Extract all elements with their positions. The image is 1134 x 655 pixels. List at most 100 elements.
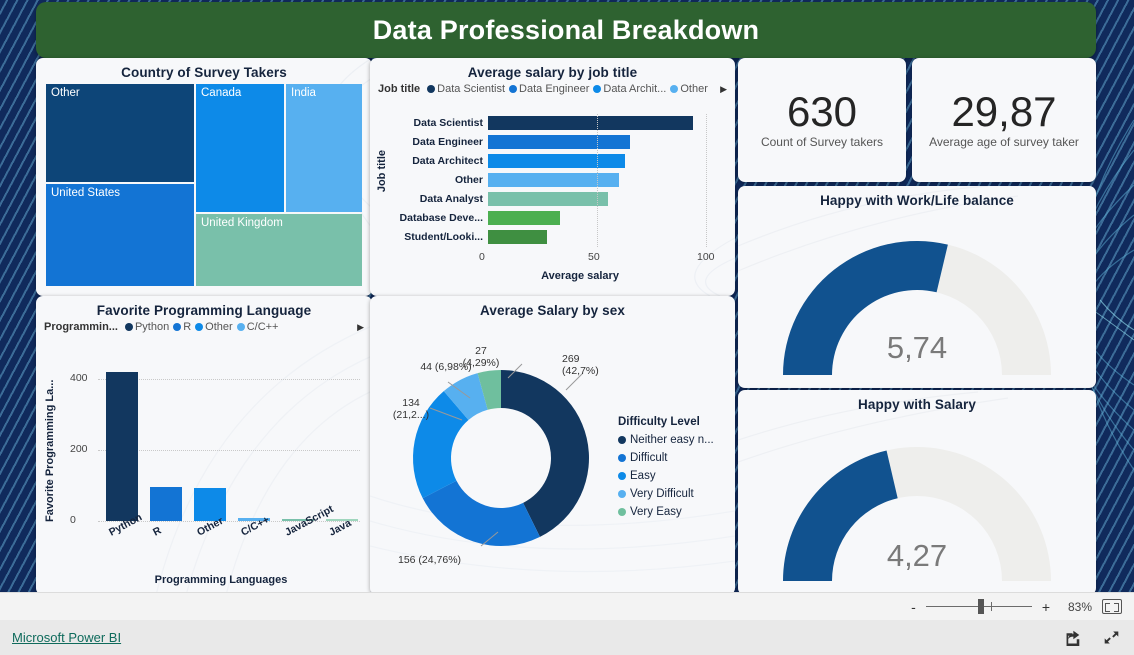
legend-dot-icon bbox=[618, 472, 626, 480]
kpi-label: Average age of survey taker bbox=[929, 135, 1079, 149]
donut-label-difficult: 156 (24,76%) bbox=[398, 554, 462, 566]
lang-bar[interactable] bbox=[106, 371, 138, 521]
salary-x-tick-label: 50 bbox=[588, 251, 600, 263]
gauge1-wrap: 5,74 0 10 bbox=[738, 208, 1096, 388]
salary-bar[interactable] bbox=[488, 192, 608, 206]
fullscreen-icon[interactable] bbox=[1103, 629, 1120, 646]
legend-label: C/C++ bbox=[246, 321, 279, 333]
page-title: Data Professional Breakdown bbox=[372, 14, 760, 45]
salary-bar[interactable] bbox=[488, 230, 547, 244]
fit-to-page-icon[interactable] bbox=[1102, 599, 1122, 614]
legend-item-very-easy[interactable]: Very Easy bbox=[618, 506, 714, 518]
treemap-title: Country of Survey Takers bbox=[121, 65, 287, 80]
zoom-in-button[interactable]: + bbox=[1042, 599, 1050, 615]
legend-item-c-cpp[interactable]: C/C++ bbox=[236, 321, 279, 333]
legend-label: Easy bbox=[630, 470, 656, 482]
salary-bar[interactable] bbox=[488, 116, 693, 130]
legend-item-data-architect[interactable]: Data Archit... bbox=[593, 83, 666, 95]
visual-average-salary-by-sex-donut[interactable]: Average Salary by sex 269 (42,7%) 156 (2… bbox=[370, 296, 735, 595]
salary-bar[interactable] bbox=[488, 135, 630, 149]
legend-label: Neither easy n... bbox=[630, 434, 714, 446]
legend-title: Programmin... bbox=[44, 321, 118, 333]
lang-chart-title: Favorite Programming Language bbox=[96, 303, 312, 318]
legend-item-very-difficult[interactable]: Very Difficult bbox=[618, 488, 714, 500]
kpi-card-count-of-survey-takers[interactable]: 630 Count of Survey takers bbox=[738, 58, 906, 182]
salary-bar[interactable] bbox=[488, 154, 626, 168]
treemap-cell-united-states[interactable]: United States bbox=[46, 184, 194, 286]
lang-bar[interactable] bbox=[194, 488, 226, 521]
gauge2-value: 4,27 bbox=[886, 538, 948, 573]
report-canvas: Data Professional Breakdown Country of S… bbox=[0, 0, 1134, 620]
zoom-slider[interactable] bbox=[925, 599, 1032, 614]
salary-x-axis-title: Average salary bbox=[541, 270, 619, 282]
kpi-value: 29,87 bbox=[951, 88, 1057, 135]
visual-country-treemap[interactable]: Country of Survey Takers Other United St… bbox=[36, 58, 372, 296]
legend-dot-icon bbox=[618, 490, 626, 498]
salary-category-label: Data Analyst bbox=[419, 193, 483, 205]
legend-item-difficult[interactable]: Difficult bbox=[618, 452, 714, 464]
legend-dot-icon bbox=[236, 323, 245, 331]
gauge1-title: Happy with Work/Life balance bbox=[820, 193, 1014, 208]
legend-dot-icon bbox=[618, 508, 626, 516]
kpi-label: Count of Survey takers bbox=[760, 135, 884, 149]
microsoft-power-bi-link[interactable]: Microsoft Power BI bbox=[12, 630, 121, 645]
legend-label: Very Easy bbox=[630, 506, 682, 518]
salary-chart-legend[interactable]: Job title Data Scientist Data Engineer D… bbox=[370, 80, 735, 95]
legend-dot-icon bbox=[593, 85, 602, 93]
salary-bar[interactable] bbox=[488, 211, 560, 225]
lang-chart-legend[interactable]: Programmin... Python R Other C/C++ ▶ bbox=[36, 318, 372, 333]
salary-y-axis-title: Job title bbox=[376, 150, 388, 193]
treemap-cell-label: United Kingdom bbox=[201, 217, 283, 229]
report-title-banner: Data Professional Breakdown bbox=[36, 2, 1096, 58]
legend-item-other[interactable]: Other bbox=[670, 83, 708, 95]
legend-label: Python bbox=[134, 321, 170, 333]
salary-category-label: Student/Looki... bbox=[404, 231, 483, 243]
treemap-cell-other[interactable]: Other bbox=[46, 84, 194, 182]
salary-plot-area: Job title Data Scientist Data Engineer Dat… bbox=[370, 110, 735, 296]
lang-bar[interactable] bbox=[150, 487, 182, 521]
treemap-cell-united-kingdom[interactable]: United Kingdom bbox=[196, 214, 362, 286]
legend-item-data-engineer[interactable]: Data Engineer bbox=[509, 83, 589, 95]
zoom-slider-thumb[interactable] bbox=[977, 599, 984, 614]
legend-next-arrow-icon[interactable]: ▶ bbox=[716, 84, 727, 95]
legend-item-r[interactable]: R bbox=[173, 321, 191, 333]
treemap-cell-india[interactable]: India bbox=[286, 84, 362, 212]
legend-item-python[interactable]: Python bbox=[124, 321, 170, 333]
visual-gauge-happy-with-salary[interactable]: Happy with Salary 4,27 0 10 bbox=[738, 390, 1096, 595]
gauge2-title: Happy with Salary bbox=[858, 397, 976, 412]
salary-x-tick-label: 100 bbox=[697, 251, 715, 263]
treemap-cell-label: Canada bbox=[201, 87, 242, 99]
kpi-card-average-age[interactable]: 29,87 Average age of survey taker bbox=[912, 58, 1096, 182]
salary-category-label: Data Engineer bbox=[412, 136, 483, 148]
visual-favorite-programming-language[interactable]: Favorite Programming Language Programmin… bbox=[36, 296, 372, 595]
donut-legend[interactable]: Difficulty Level Neither easy n... Diffi… bbox=[618, 416, 714, 524]
gauge2-wrap: 4,27 0 10 bbox=[738, 412, 1096, 595]
lang-y-tick-label: 200 bbox=[70, 442, 88, 455]
lang-category-label: R bbox=[151, 524, 164, 539]
zoom-slider-notch bbox=[990, 602, 992, 611]
legend-next-arrow-icon[interactable]: ▶ bbox=[353, 322, 364, 333]
legend-item-data-scientist[interactable]: Data Scientist bbox=[427, 83, 505, 95]
legend-item-other[interactable]: Other bbox=[195, 321, 233, 333]
legend-label: Other bbox=[680, 83, 708, 95]
legend-item-easy[interactable]: Easy bbox=[618, 470, 714, 482]
treemap-cell-canada[interactable]: Canada bbox=[196, 84, 284, 212]
donut-label-easy: 134 (21,2...) bbox=[392, 397, 430, 421]
salary-chart-title: Average salary by job title bbox=[467, 65, 638, 80]
visual-gauge-work-life-balance[interactable]: Happy with Work/Life balance 5,74 0 10 bbox=[738, 186, 1096, 388]
salary-category-label: Data Architect bbox=[412, 155, 483, 167]
salary-bar[interactable] bbox=[488, 173, 619, 187]
visual-average-salary-by-job-title[interactable]: Average salary by job title Job title Da… bbox=[370, 58, 735, 296]
share-icon[interactable] bbox=[1064, 629, 1081, 646]
footer-bar: Microsoft Power BI bbox=[0, 620, 1134, 655]
legend-label: Data Archit... bbox=[603, 83, 667, 95]
zoom-out-button[interactable]: - bbox=[911, 599, 916, 615]
gauge1-value: 5,74 bbox=[886, 330, 948, 365]
salary-category-label: Other bbox=[454, 174, 483, 186]
legend-label: Other bbox=[205, 321, 233, 333]
donut-slice[interactable] bbox=[422, 480, 540, 546]
donut-label-very-easy: 27 (4,29%) bbox=[462, 345, 500, 369]
donut-wrap: 269 (42,7%) 156 (24,76%) 134 (21,2...) 4… bbox=[370, 320, 735, 595]
legend-item-neither-easy[interactable]: Neither easy n... bbox=[618, 434, 714, 446]
legend-label: Data Engineer bbox=[519, 83, 590, 95]
